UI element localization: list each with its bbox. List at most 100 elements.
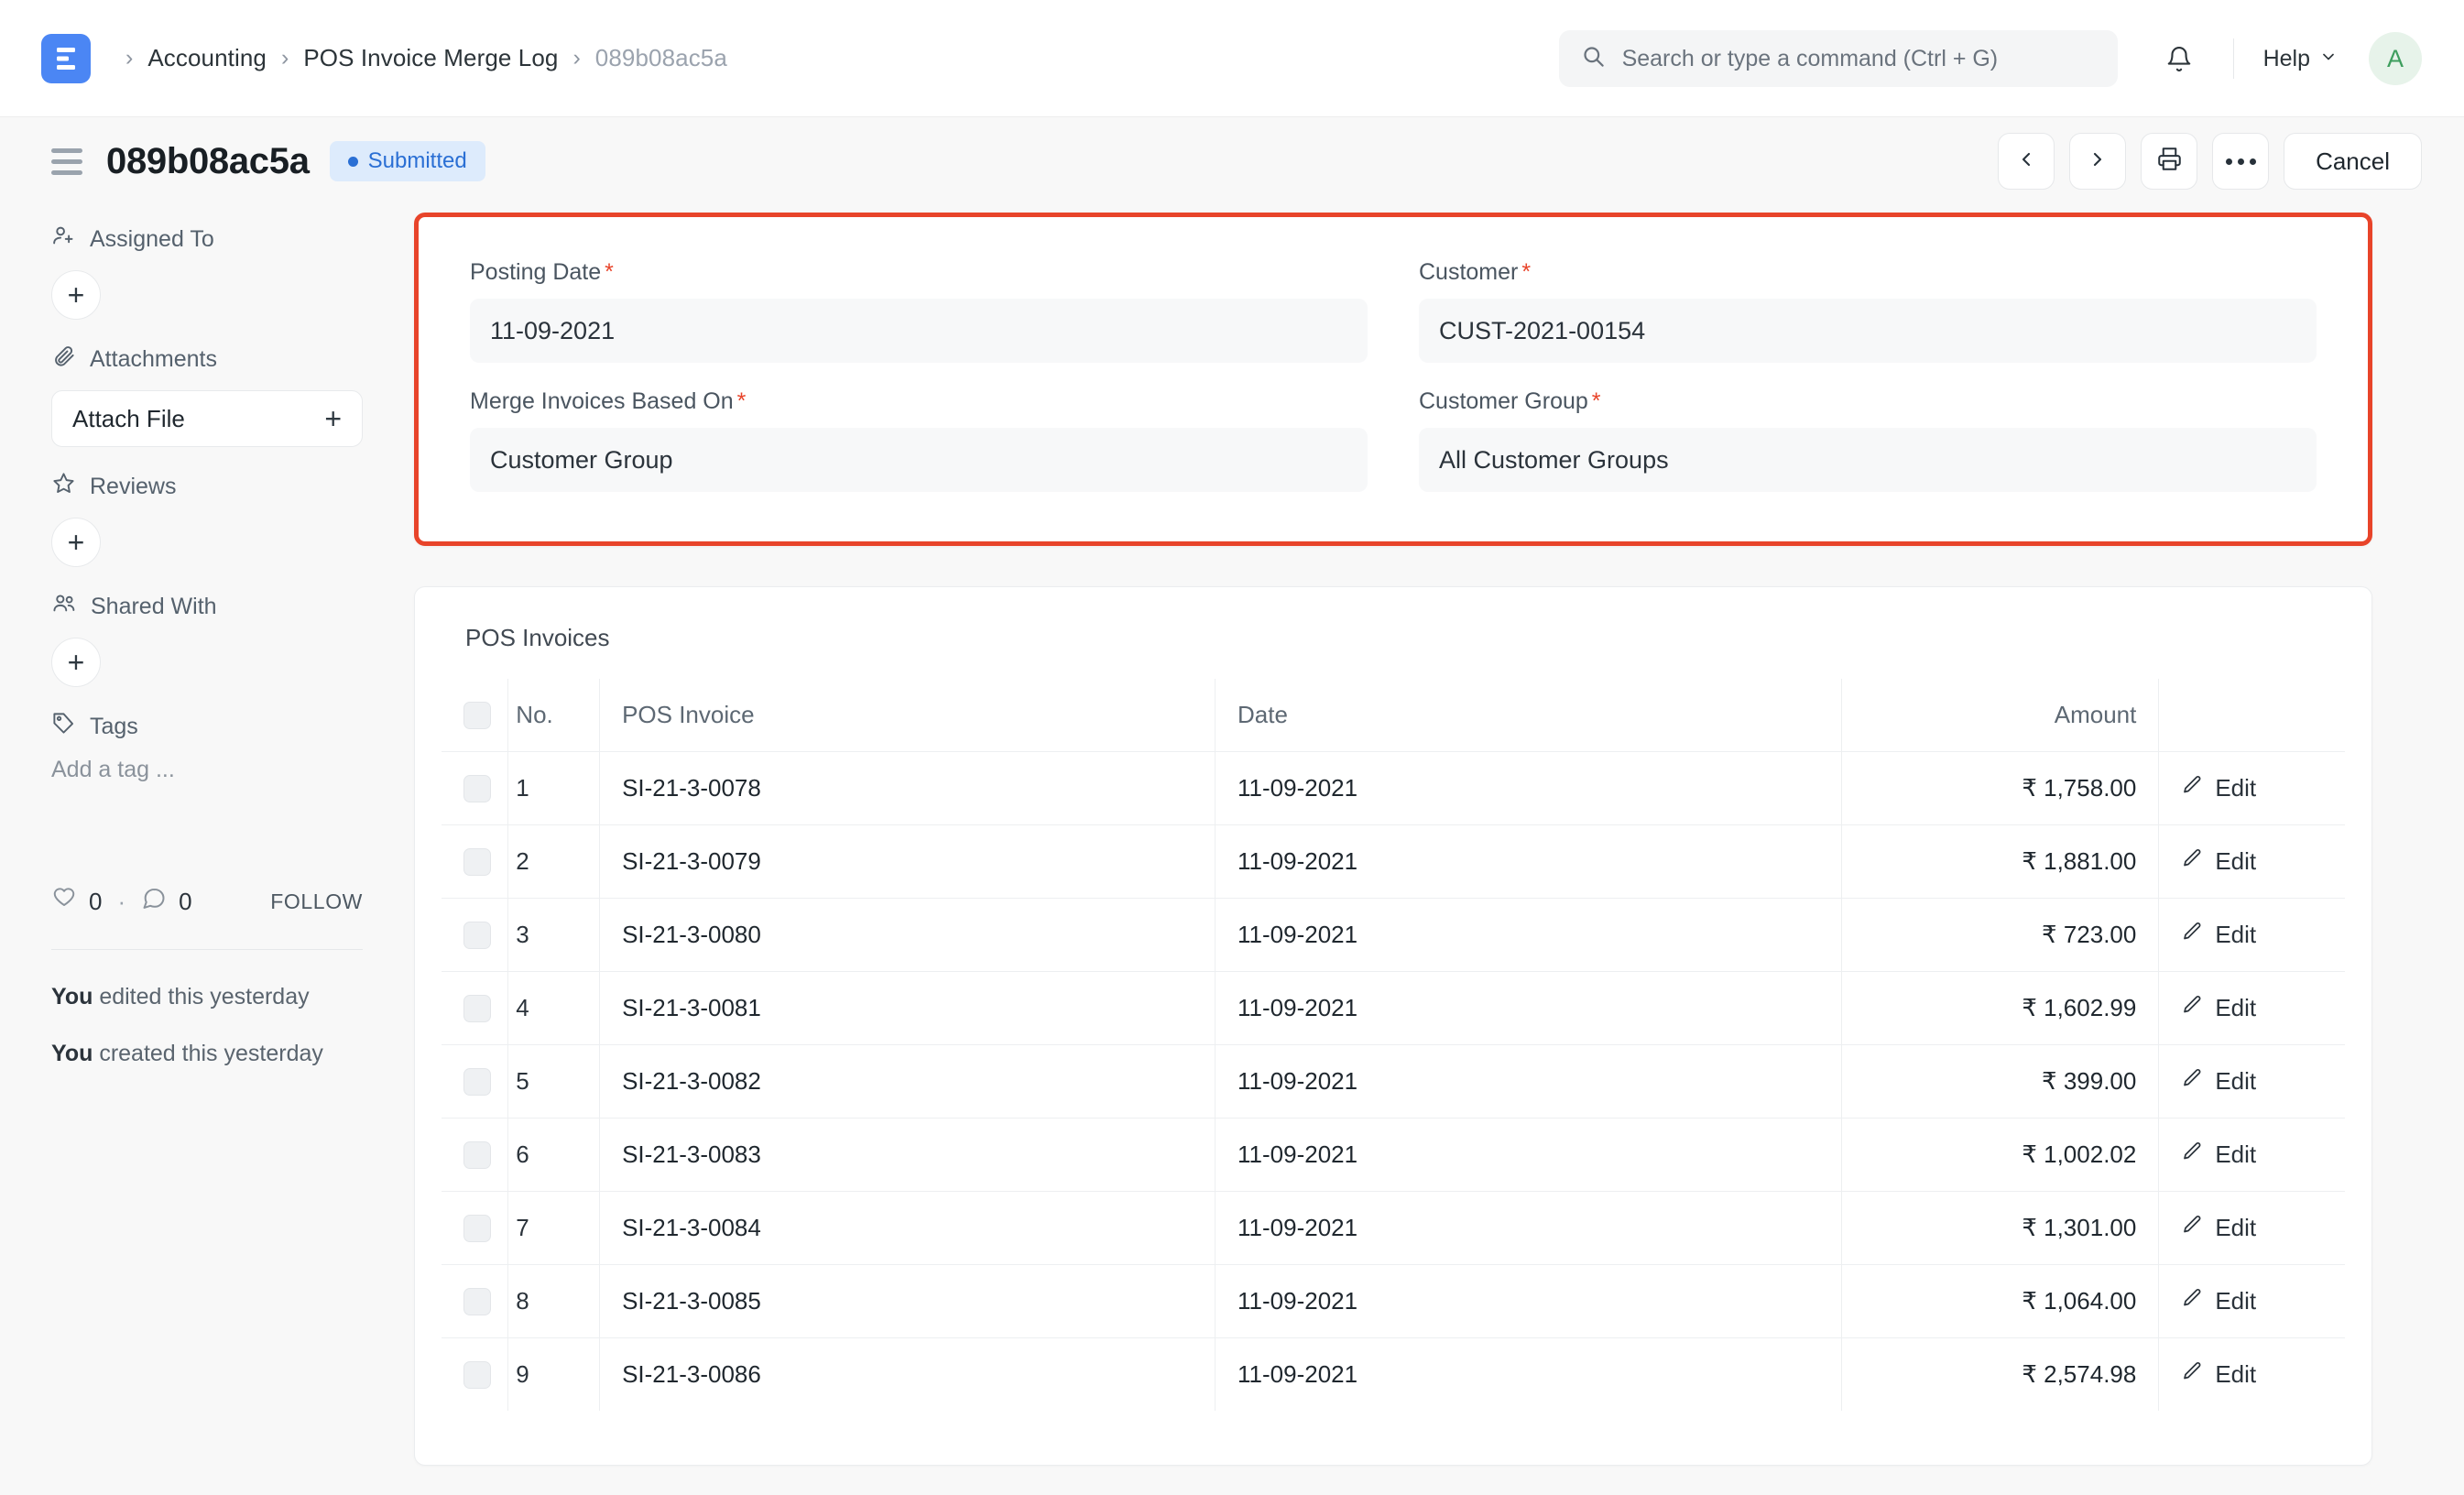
breadcrumb-item-pos-invoice-merge-log[interactable]: POS Invoice Merge Log — [303, 44, 558, 72]
row-select-cell — [442, 1044, 509, 1119]
edit-label: Edit — [2215, 847, 2257, 875]
row-checkbox[interactable] — [463, 994, 491, 1022]
breadcrumb-item-current: 089b08ac5a — [594, 44, 727, 71]
edit-label: Edit — [2215, 1287, 2257, 1315]
cell-edit[interactable]: Edit — [2158, 971, 2345, 1045]
cell-edit[interactable]: Edit — [2158, 1191, 2345, 1265]
row-checkbox[interactable] — [463, 1067, 491, 1096]
add-tag-input[interactable]: Add a tag ... — [51, 757, 363, 783]
add-shared-user-button[interactable]: + — [51, 638, 101, 687]
like-count: 0 — [89, 888, 103, 915]
merge-invoices-based-on-select[interactable]: Customer Group — [470, 428, 1368, 492]
select-all-checkbox[interactable] — [463, 701, 491, 729]
erpnext-logo-icon[interactable] — [41, 33, 91, 83]
plus-icon: + — [67, 278, 85, 311]
print-button[interactable] — [2141, 133, 2198, 190]
sidebar-meta-row: 0 · 0 FOLLOW — [51, 886, 363, 918]
table-row[interactable]: 3 SI-21-3-0080 11-09-2021 ₹ 723.00 Edit — [442, 898, 2345, 972]
pencil-icon — [2181, 994, 2203, 1022]
required-marker: * — [1591, 388, 1601, 414]
cell-pos-invoice[interactable]: SI-21-3-0081 — [599, 971, 1216, 1045]
comment-button[interactable]: 0 — [141, 886, 192, 918]
cell-edit[interactable]: Edit — [2158, 1044, 2345, 1119]
edit-row-button[interactable]: Edit — [2181, 847, 2323, 876]
customer-input[interactable]: CUST-2021-00154 — [1419, 299, 2317, 363]
page-title: 089b08ac5a — [106, 140, 310, 181]
column-header-pos-invoice: POS Invoice — [599, 679, 1216, 752]
plus-icon: + — [67, 526, 85, 559]
sidebar-divider — [51, 949, 363, 950]
edit-row-button[interactable]: Edit — [2181, 1140, 2323, 1169]
cell-pos-invoice[interactable]: SI-21-3-0086 — [599, 1337, 1216, 1411]
table-row[interactable]: 7 SI-21-3-0084 11-09-2021 ₹ 1,301.00 Edit — [442, 1191, 2345, 1265]
paperclip-icon — [51, 344, 76, 375]
cell-pos-invoice[interactable]: SI-21-3-0079 — [599, 824, 1216, 899]
cell-pos-invoice[interactable]: SI-21-3-0080 — [599, 898, 1216, 972]
row-checkbox[interactable] — [463, 921, 491, 949]
cell-edit[interactable]: Edit — [2158, 1264, 2345, 1338]
add-assignment-button[interactable]: + — [51, 270, 101, 320]
table-row[interactable]: 2 SI-21-3-0079 11-09-2021 ₹ 1,881.00 Edit — [442, 824, 2345, 899]
row-checkbox[interactable] — [463, 847, 491, 876]
cell-edit[interactable]: Edit — [2158, 824, 2345, 899]
notification-bell-icon[interactable] — [2149, 28, 2209, 89]
search-input[interactable]: Search or type a command (Ctrl + G) — [1558, 30, 2118, 87]
cell-pos-invoice[interactable]: SI-21-3-0084 — [599, 1191, 1216, 1265]
customer-group-input[interactable]: All Customer Groups — [1419, 428, 2317, 492]
table-row[interactable]: 8 SI-21-3-0085 11-09-2021 ₹ 1,064.00 Edit — [442, 1264, 2345, 1338]
add-review-button[interactable]: + — [51, 518, 101, 567]
row-checkbox[interactable] — [463, 1214, 491, 1242]
cell-pos-invoice[interactable]: SI-21-3-0082 — [599, 1044, 1216, 1119]
cell-edit[interactable]: Edit — [2158, 898, 2345, 972]
prev-document-button[interactable] — [1998, 133, 2055, 190]
cell-pos-invoice[interactable]: SI-21-3-0078 — [599, 751, 1216, 825]
cell-no: 7 — [507, 1191, 601, 1265]
edit-row-button[interactable]: Edit — [2181, 1360, 2323, 1389]
row-checkbox[interactable] — [463, 1287, 491, 1315]
pencil-icon — [2181, 1360, 2203, 1389]
pos-invoices-title: POS Invoices — [465, 624, 610, 651]
table-row[interactable]: 9 SI-21-3-0086 11-09-2021 ₹ 2,574.98 Edit — [442, 1337, 2345, 1412]
cell-edit[interactable]: Edit — [2159, 1338, 2345, 1412]
row-checkbox[interactable] — [463, 1140, 491, 1169]
cell-pos-invoice[interactable]: SI-21-3-0083 — [599, 1118, 1216, 1192]
edit-row-button[interactable]: Edit — [2181, 774, 2323, 802]
row-select-cell — [442, 824, 509, 899]
table-row[interactable]: 1 SI-21-3-0078 11-09-2021 ₹ 1,758.00 Edit — [442, 751, 2345, 825]
next-document-button[interactable] — [2069, 133, 2127, 190]
cell-date: 11-09-2021 — [1215, 824, 1843, 899]
row-checkbox[interactable] — [463, 774, 491, 802]
table-row[interactable]: 5 SI-21-3-0082 11-09-2021 ₹ 399.00 Edit — [442, 1044, 2345, 1119]
table-row[interactable]: 4 SI-21-3-0081 11-09-2021 ₹ 1,602.99 Edit — [442, 971, 2345, 1045]
pencil-icon — [2181, 847, 2203, 876]
label-text: Customer Group — [1419, 388, 1588, 414]
label-text: Customer — [1419, 259, 1519, 285]
edit-row-button[interactable]: Edit — [2181, 1287, 2323, 1315]
help-menu-button[interactable]: Help — [2258, 38, 2343, 80]
cancel-button[interactable]: Cancel — [2284, 133, 2422, 190]
edit-row-button[interactable]: Edit — [2181, 921, 2323, 949]
breadcrumb-separator: › — [280, 45, 289, 71]
like-button[interactable]: 0 — [51, 886, 102, 918]
cell-edit[interactable]: Edit — [2158, 1118, 2345, 1192]
main-content: Posting Date * 11-09-2021 Merge Invoices … — [414, 205, 2464, 1495]
table-row[interactable]: 6 SI-21-3-0083 11-09-2021 ₹ 1,002.02 Edit — [442, 1118, 2345, 1192]
edit-row-button[interactable]: Edit — [2181, 994, 2323, 1022]
breadcrumb-item-accounting[interactable]: Accounting — [147, 44, 267, 72]
follow-button[interactable]: FOLLOW — [270, 889, 363, 914]
cell-pos-invoice[interactable]: SI-21-3-0085 — [599, 1264, 1216, 1338]
activity-actor: You — [51, 984, 93, 1009]
more-actions-button[interactable] — [2212, 133, 2270, 190]
chevron-down-icon — [2319, 46, 2338, 72]
attach-file-button[interactable]: Attach File + — [51, 390, 363, 447]
edit-row-button[interactable]: Edit — [2181, 1214, 2323, 1242]
pencil-icon — [2181, 1067, 2203, 1096]
activity-item-created: You created this yesterday — [51, 1038, 363, 1071]
hamburger-icon[interactable] — [51, 147, 82, 175]
edit-row-button[interactable]: Edit — [2181, 1067, 2323, 1096]
cell-edit[interactable]: Edit — [2158, 751, 2345, 825]
pencil-icon — [2181, 921, 2203, 949]
row-checkbox[interactable] — [463, 1360, 491, 1389]
posting-date-input[interactable]: 11-09-2021 — [470, 299, 1368, 363]
avatar[interactable]: A — [2369, 32, 2422, 85]
